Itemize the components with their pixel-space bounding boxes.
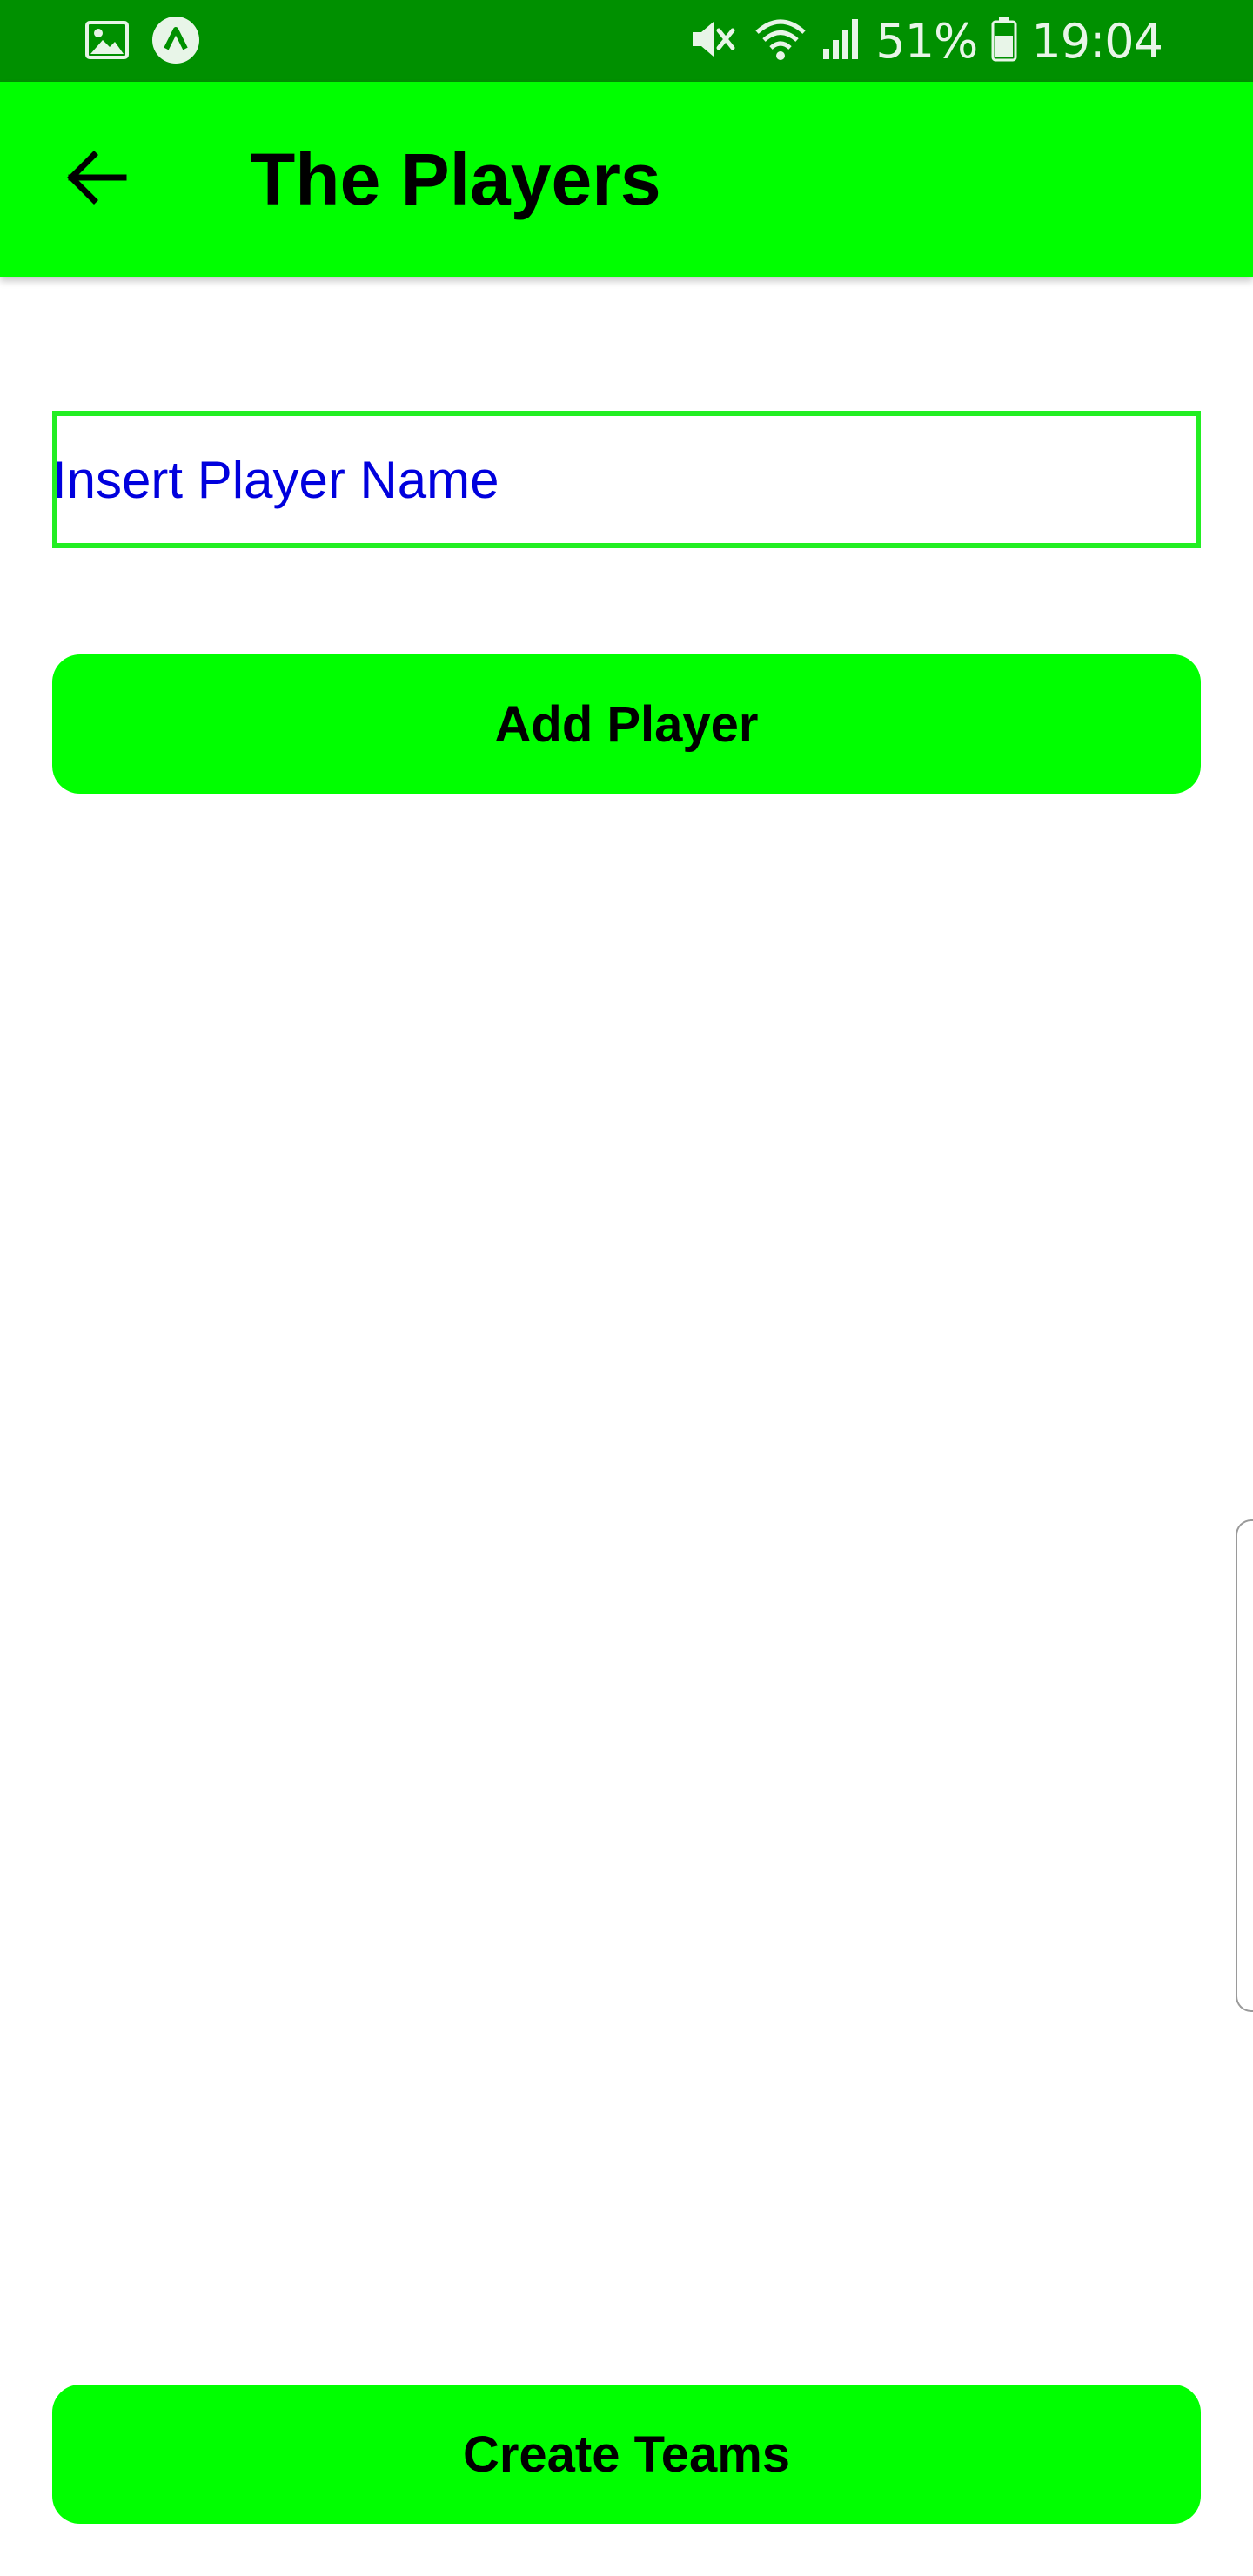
signal-icon — [821, 17, 861, 65]
arrow-left-icon — [64, 150, 127, 210]
app-notification-icon — [151, 16, 200, 69]
status-right-icons: 51% 19:04 — [689, 0, 1163, 82]
player-name-input[interactable] — [52, 416, 1190, 543]
wifi-icon — [754, 17, 807, 66]
gallery-icon — [85, 20, 129, 64]
add-player-button[interactable]: Add Player — [52, 654, 1201, 794]
mute-icon — [689, 17, 740, 66]
battery-icon — [991, 17, 1017, 66]
edge-panel-handle[interactable] — [1236, 1519, 1253, 2012]
app-bar: The Players — [0, 82, 1253, 277]
clock: 19:04 — [1031, 13, 1163, 69]
status-left-icons — [85, 16, 200, 64]
page-title: The Players — [251, 138, 661, 220]
player-name-field — [52, 411, 1201, 548]
battery-percent: 51% — [875, 13, 978, 69]
create-teams-button[interactable]: Create Teams — [52, 2385, 1201, 2524]
back-button[interactable] — [52, 136, 139, 223]
status-bar: 51% 19:04 — [0, 0, 1253, 82]
